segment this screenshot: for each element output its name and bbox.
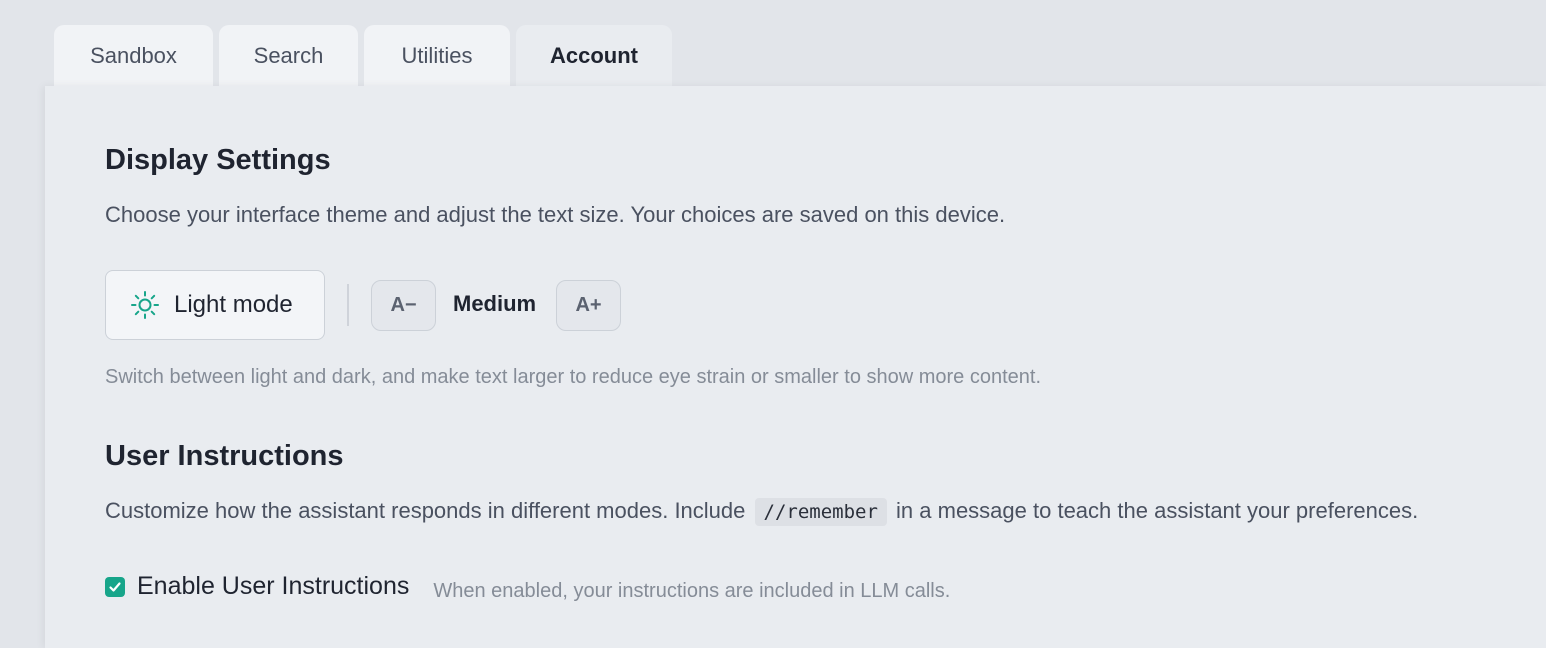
enable-instructions-hint: When enabled, your instructions are incl…: [433, 580, 951, 602]
toolbar-divider: [347, 284, 349, 326]
display-settings-description: Choose your interface theme and adjust t…: [105, 202, 1006, 227]
theme-toggle-label: Light mode: [174, 291, 293, 318]
decrease-text-size-button[interactable]: A−: [371, 280, 436, 331]
enable-instructions-label[interactable]: Enable User Instructions: [137, 572, 409, 601]
remember-code: //remember: [754, 498, 887, 526]
tab-search[interactable]: Search: [219, 25, 358, 87]
increase-text-size-button[interactable]: A+: [556, 280, 621, 331]
display-settings-hint: Switch between light and dark, and make …: [105, 366, 1042, 388]
tab-bar: Sandbox Search Utilities Account: [54, 25, 672, 87]
display-settings-heading: Display Settings: [105, 144, 331, 176]
sun-icon: [130, 290, 160, 320]
checkmark-icon: [108, 580, 122, 594]
text-size-label: Medium: [453, 291, 537, 316]
tab-account[interactable]: Account: [516, 25, 672, 87]
user-instructions-description: Customize how the assistant responds in …: [105, 498, 1419, 526]
tab-sandbox[interactable]: Sandbox: [54, 25, 213, 87]
user-instructions-heading: User Instructions: [105, 440, 344, 472]
user-instructions-description-start: Customize how the assistant responds in …: [105, 498, 746, 523]
tab-utilities[interactable]: Utilities: [364, 25, 510, 87]
account-panel: Display Settings Choose your interface t…: [45, 86, 1546, 648]
enable-instructions-checkbox[interactable]: [105, 576, 125, 597]
user-instructions-description-end: in a message to teach the assistant your…: [896, 498, 1419, 523]
enable-instructions-row: Enable User Instructions When enabled, y…: [105, 570, 950, 603]
theme-toggle-button[interactable]: Light mode: [105, 270, 325, 340]
